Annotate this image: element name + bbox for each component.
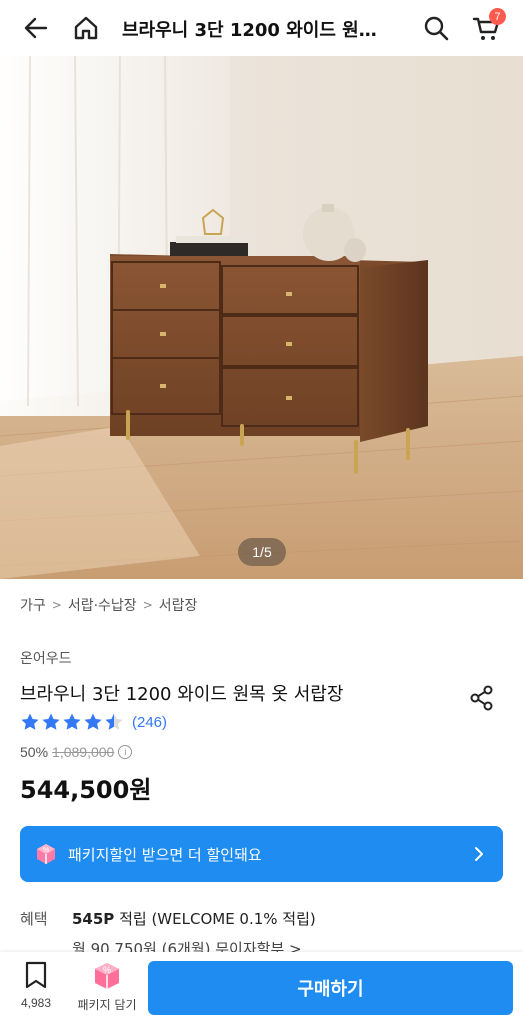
brand-name[interactable]: 온어우드 [20, 648, 72, 668]
chevron-right-icon [475, 847, 483, 861]
product-photo [0, 56, 523, 579]
back-button[interactable] [14, 6, 58, 50]
cart-count-badge: 7 [489, 8, 506, 25]
search-button[interactable] [414, 6, 458, 50]
original-price: 1,089,000 [52, 744, 115, 760]
wishlist-button[interactable]: 4,983 [10, 960, 62, 1018]
product-title: 브라우니 3단 1200 와이드 원목 옷 서랍장 [20, 684, 344, 705]
image-counter: 1/5 [238, 538, 286, 566]
top-app-bar: 브라우니 3단 1200 와이드 원목 옷 서랍장 7 [0, 0, 523, 56]
wishlist-count: 4,983 [20, 996, 52, 1010]
info-icon[interactable]: i [118, 745, 133, 759]
star-icon [42, 713, 60, 730]
benefit-row: 혜택 545P 적립 (WELCOME 0.1% 적립) [20, 908, 316, 929]
sale-price: 544,500원 [20, 776, 152, 804]
chevron-right-icon: > [142, 598, 153, 612]
page-title: 브라우니 3단 1200 와이드 원목 옷 서랍장 [122, 20, 392, 41]
star-icon [63, 713, 81, 730]
buy-button[interactable]: 구매하기 [148, 961, 513, 1015]
breadcrumb-item[interactable]: 서랍·수납장 [68, 595, 137, 615]
rating-row[interactable]: (246) [20, 712, 167, 732]
chevron-right-icon: > [51, 598, 62, 612]
points-text: 적립 (WELCOME 0.1% 적립) [114, 910, 316, 928]
package-add-button[interactable]: % 패키지 담기 [68, 960, 146, 1018]
gift-box-icon: % [37, 844, 55, 864]
package-discount-banner[interactable]: % 패키지할인 받으면 더 할인돼요 [20, 826, 503, 882]
discount-row: 50% 1,089,000 i [20, 744, 133, 760]
star-rating [20, 712, 124, 732]
breadcrumb-item[interactable]: 서랍장 [159, 595, 198, 615]
package-add-label: 패키지 담기 [77, 998, 137, 1012]
star-icon [21, 713, 39, 730]
share-button[interactable] [462, 678, 502, 718]
search-icon [424, 16, 449, 41]
back-arrow-icon [24, 17, 48, 39]
points-amount: 545P [72, 910, 115, 928]
star-icon [84, 713, 102, 730]
breadcrumb: 가구 > 서랍·수납장 > 서랍장 [20, 595, 197, 615]
share-icon [470, 685, 493, 711]
cart-button[interactable]: 7 [464, 6, 508, 50]
gift-box-icon: % [95, 963, 119, 989]
svg-text:%: % [103, 965, 111, 975]
package-banner-text: 패키지할인 받으면 더 할인돼요 [68, 845, 262, 864]
benefit-label: 혜택 [20, 910, 48, 928]
bookmark-icon [25, 961, 47, 989]
review-count[interactable]: (246) [132, 714, 167, 731]
home-icon [74, 16, 98, 40]
discount-rate: 50% [20, 744, 49, 760]
product-image-carousel[interactable]: 1/5 [0, 56, 523, 579]
points-info: 545P 적립 (WELCOME 0.1% 적립) [72, 908, 316, 929]
home-button[interactable] [64, 6, 108, 50]
breadcrumb-item[interactable]: 가구 [20, 595, 46, 615]
svg-text:%: % [43, 847, 49, 854]
half-star-icon [105, 713, 123, 730]
bottom-action-bar: 4,983 % 패키지 담기 구매하기 [0, 952, 523, 1024]
